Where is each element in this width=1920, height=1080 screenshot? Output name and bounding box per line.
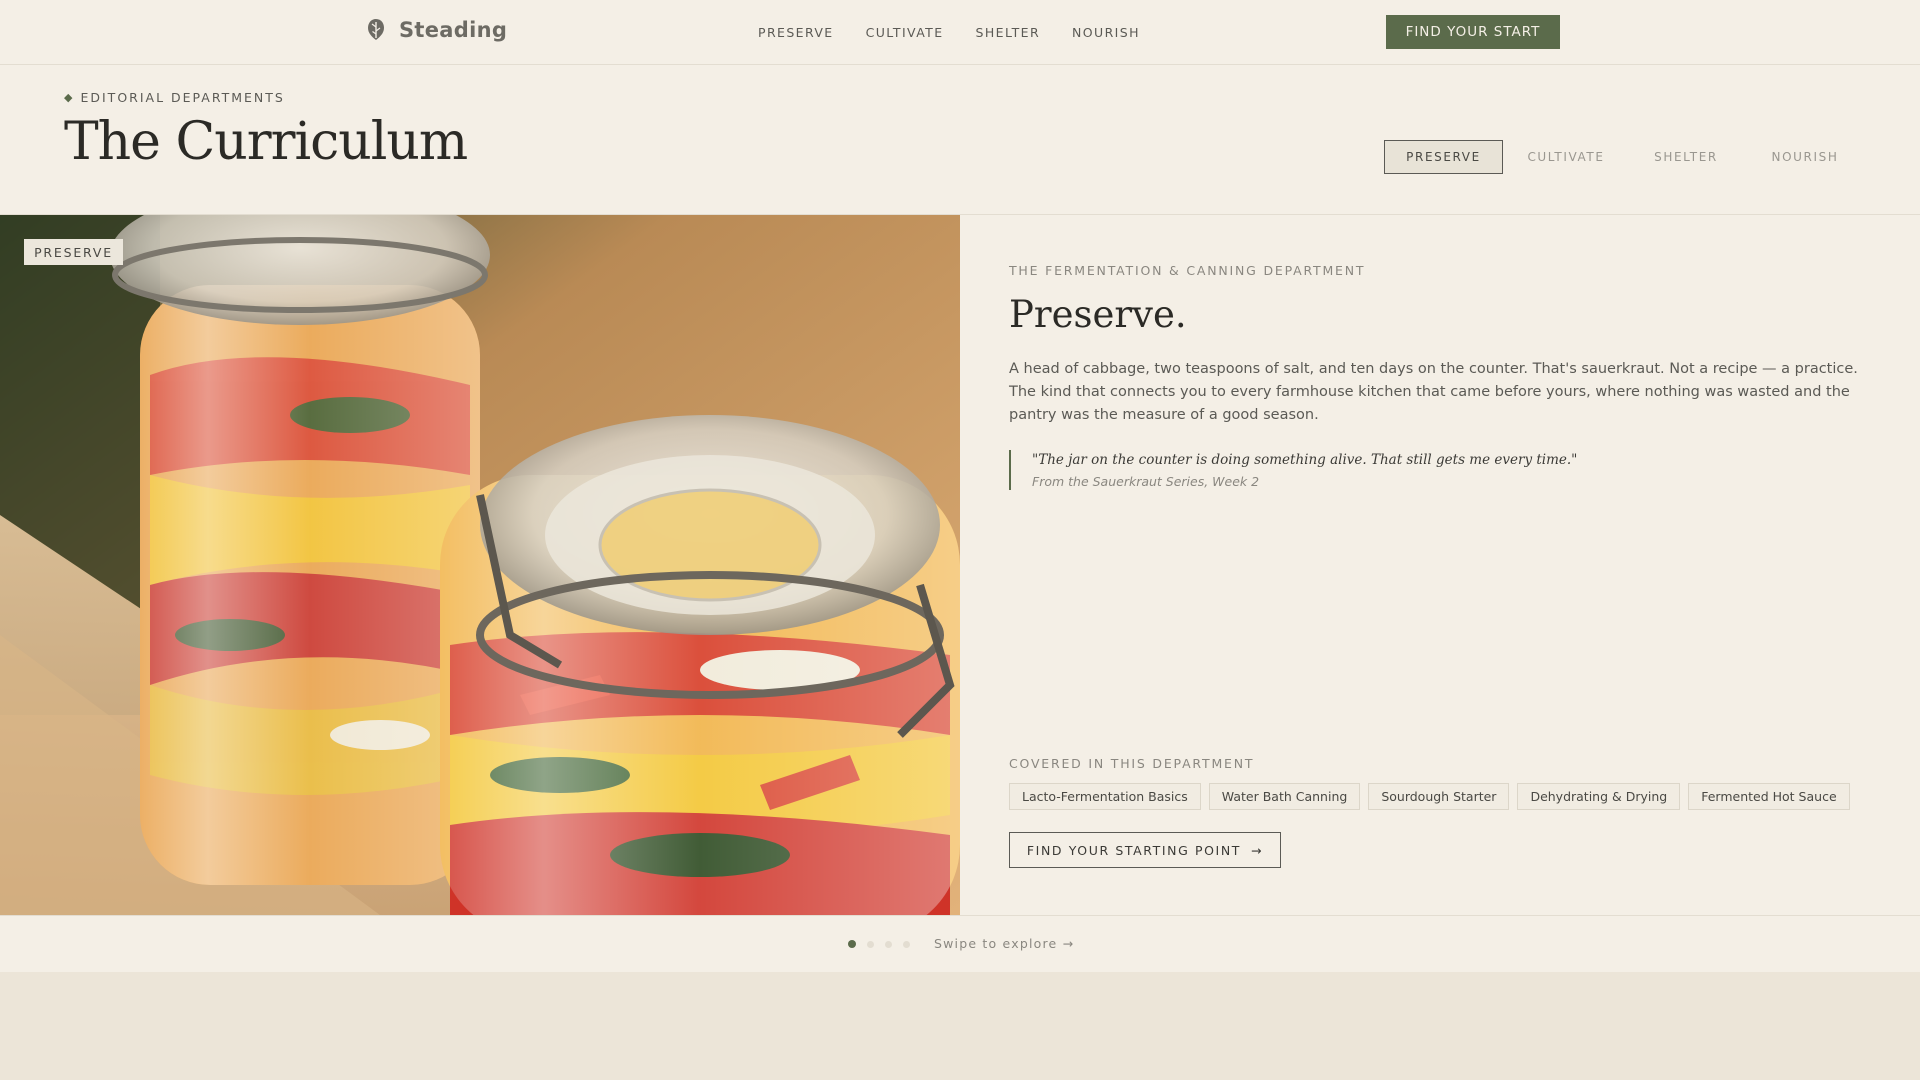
pager-dot-4[interactable] bbox=[903, 940, 910, 948]
section-eyebrow: ◆ EDITORIAL DEPARTMENTS bbox=[64, 90, 285, 105]
pager-dot-2[interactable] bbox=[867, 940, 874, 948]
covered-label: COVERED IN THIS DEPARTMENT bbox=[1009, 756, 1255, 771]
carousel-pager: Swipe to explore → bbox=[0, 915, 1920, 973]
topic-chip[interactable]: Sourdough Starter bbox=[1368, 783, 1510, 810]
quote-source: From the Sauerkraut Series, Week 2 bbox=[1032, 474, 1260, 489]
topic-chip[interactable]: Fermented Hot Sauce bbox=[1688, 783, 1850, 810]
pager-dots bbox=[848, 940, 921, 948]
topic-chip[interactable]: Lacto-Fermentation Basics bbox=[1009, 783, 1201, 810]
pager-dot-1[interactable] bbox=[848, 940, 856, 948]
diamond-icon: ◆ bbox=[64, 91, 75, 104]
department-tabs: PRESERVE CULTIVATE SHELTER NOURISH bbox=[1384, 140, 1863, 174]
swipe-hint: Swipe to explore → bbox=[934, 936, 1075, 951]
footer-band bbox=[0, 972, 1920, 1080]
tab-cultivate[interactable]: CULTIVATE bbox=[1503, 141, 1629, 173]
tab-shelter[interactable]: SHELTER bbox=[1629, 141, 1743, 173]
left-jar bbox=[110, 215, 490, 885]
pickle-jars-illustration bbox=[0, 215, 960, 915]
pull-quote: "The jar on the counter is doing somethi… bbox=[1009, 450, 1577, 490]
cta-label: FIND YOUR STARTING POINT bbox=[1026, 842, 1242, 858]
eyebrow-text: EDITORIAL DEPARTMENTS bbox=[80, 90, 285, 105]
top-navigation: Steading PRESERVE CULTIVATE SHELTER NOUR… bbox=[0, 0, 1920, 65]
tab-preserve[interactable]: PRESERVE bbox=[1384, 140, 1503, 174]
topic-chip[interactable]: Water Bath Canning bbox=[1208, 783, 1361, 810]
acorn-leaf-icon bbox=[368, 19, 384, 40]
quote-text: "The jar on the counter is doing somethi… bbox=[1032, 452, 1578, 468]
topic-chip[interactable]: Dehydrating & Drying bbox=[1517, 783, 1681, 810]
pager-dot-3[interactable] bbox=[885, 940, 892, 948]
main-nav: PRESERVE CULTIVATE SHELTER NOURISH bbox=[758, 25, 1172, 40]
brand-logo[interactable]: Steading bbox=[366, 18, 507, 42]
department-description: A head of cabbage, two teaspoons of salt… bbox=[1009, 361, 1858, 423]
nav-link-preserve[interactable]: PRESERVE bbox=[758, 25, 834, 40]
find-starting-point-button[interactable]: FIND YOUR STARTING POINT → bbox=[1009, 832, 1281, 868]
nav-link-cultivate[interactable]: CULTIVATE bbox=[866, 25, 944, 40]
department-eyebrow: THE FERMENTATION & CANNING DEPARTMENT bbox=[1009, 263, 1366, 278]
topic-chips: Lacto-Fermentation Basics Water Bath Can… bbox=[1009, 783, 1858, 810]
find-your-start-button[interactable]: FIND YOUR START bbox=[1386, 15, 1560, 49]
nav-link-nourish[interactable]: NOURISH bbox=[1072, 25, 1140, 40]
department-title: Preserve. bbox=[1009, 293, 1187, 336]
right-jar bbox=[440, 415, 960, 915]
nav-link-shelter[interactable]: SHELTER bbox=[976, 25, 1041, 40]
department-photo: PRESERVE bbox=[0, 215, 960, 915]
curriculum-header: ◆ EDITORIAL DEPARTMENTS The Curriculum P… bbox=[0, 65, 1920, 215]
page-title: The Curriculum bbox=[64, 112, 468, 172]
tab-nourish[interactable]: NOURISH bbox=[1747, 141, 1863, 173]
department-panel: THE FERMENTATION & CANNING DEPARTMENT Pr… bbox=[1009, 215, 1879, 915]
photo-badge: PRESERVE bbox=[24, 239, 123, 265]
arrow-right-icon: → bbox=[1251, 842, 1264, 858]
brand-name: Steading bbox=[399, 18, 508, 42]
